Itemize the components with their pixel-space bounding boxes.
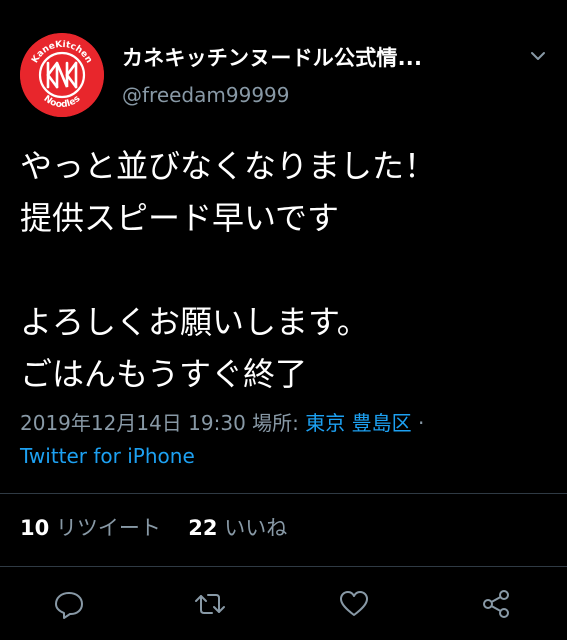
likes-label: いいね (224, 516, 288, 540)
reply-icon[interactable] (51, 586, 87, 622)
tweet-text: やっと並びなくなりました！ 提供スピード早いです よろしくお願いします。 ごはん… (20, 140, 550, 400)
meta-separator: · (417, 411, 425, 435)
kanekitchen-logo: KaneKitchen Noodles (20, 33, 104, 117)
retweets-count: 10 (20, 516, 50, 540)
likes-stat[interactable]: 22 いいね (188, 516, 287, 540)
tweet-line: 提供スピード早いです (20, 199, 340, 237)
chevron-down-icon[interactable] (525, 46, 551, 66)
tweet-timestamp: 2019年12月14日 19:30 (20, 411, 246, 435)
retweet-icon[interactable] (192, 586, 228, 622)
tweet-meta: 2019年12月14日 19:30 場所: 東京 豊島区 · Twitter f… (20, 407, 550, 473)
divider (0, 493, 567, 494)
share-icon[interactable] (478, 586, 514, 622)
avatar[interactable]: KaneKitchen Noodles (20, 33, 104, 117)
retweets-stat[interactable]: 10 リツイート (20, 516, 168, 540)
likes-count: 22 (188, 516, 218, 540)
retweets-label: リツイート (55, 516, 161, 540)
display-name[interactable]: カネキッチンヌードル公式情... (122, 42, 422, 72)
location-ward-link[interactable]: 豊島区 (352, 411, 412, 435)
tweet-line: ごはんもうすぐ終了 (20, 355, 308, 393)
divider (0, 566, 567, 567)
location-city-link[interactable]: 東京 (305, 411, 345, 435)
tweet-source-link[interactable]: Twitter for iPhone (20, 444, 195, 468)
location-label: 場所: (252, 411, 306, 435)
tweet-stats: 10 リツイート 22 いいね (20, 512, 287, 542)
like-icon[interactable] (336, 586, 372, 622)
tweet-line: よろしくお願いします。 (20, 303, 369, 341)
user-handle[interactable]: @freedam99999 (122, 83, 290, 107)
tweet-line: やっと並びなくなりました！ (20, 147, 437, 185)
